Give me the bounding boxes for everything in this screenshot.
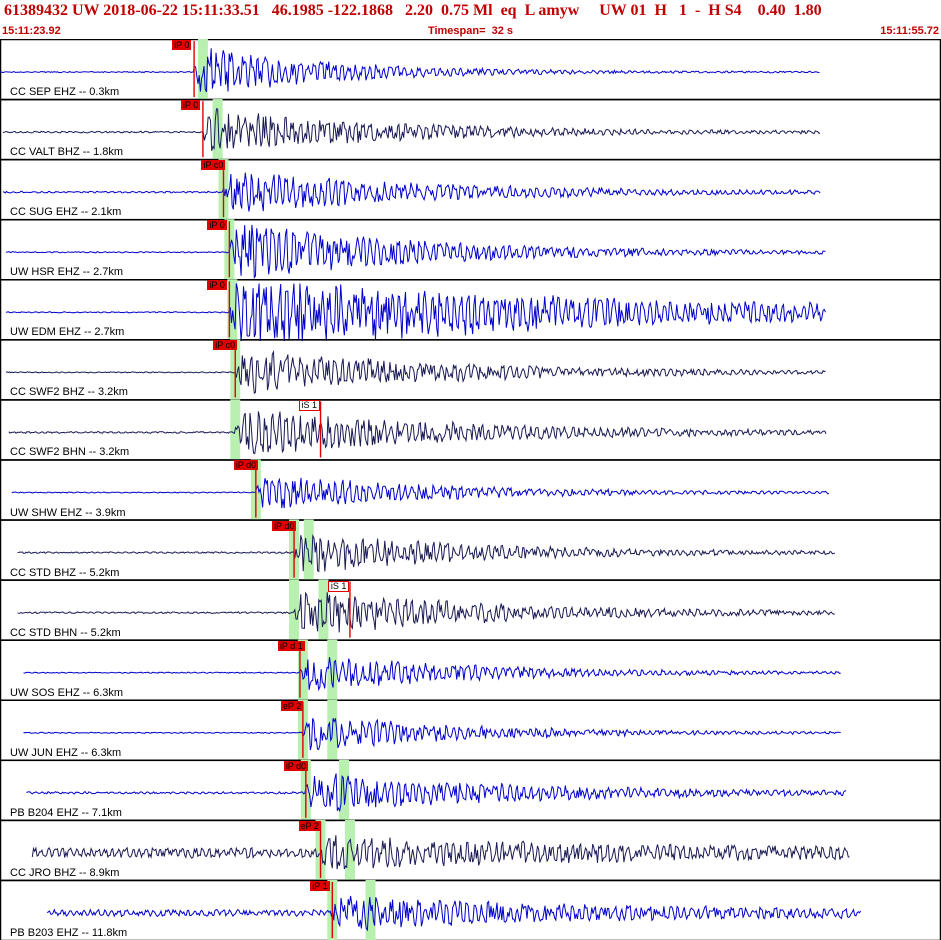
- p-pick-label[interactable]: iP 0: [207, 220, 227, 231]
- s-window-band: [344, 819, 355, 880]
- station-label: CC VALT BHZ -- 1.8km: [9, 146, 125, 159]
- p-pick-label[interactable]: iP 0: [172, 40, 192, 50]
- s-window-band: [327, 639, 338, 700]
- p-pick-label[interactable]: eP 2: [298, 820, 321, 831]
- p-pick-label[interactable]: iP d0: [283, 760, 309, 771]
- trace-panel-border: [0, 279, 941, 341]
- p-pick-label[interactable]: iP d0: [233, 460, 259, 471]
- station-label: CC SEP EHZ -- 0.3km: [9, 86, 121, 99]
- trace-panel-border: [0, 459, 941, 521]
- p-pick-label[interactable]: iP 0: [207, 280, 227, 291]
- record-header: 61389432 UW 2018-06-22 15:11:33.51 46.19…: [0, 0, 941, 40]
- waveform-trace[interactable]: [2, 108, 821, 151]
- waveform-trace[interactable]: [0, 48, 820, 93]
- trace-panel-border: [0, 819, 941, 882]
- trace-panel-border: [0, 639, 941, 701]
- waveform-trace[interactable]: [8, 411, 827, 455]
- seismogram-panels[interactable]: iP 0 CC SEP EHZ -- 0.3km iP 0 CC VALT BHZ -…: [0, 39, 941, 940]
- p-window-band: [289, 579, 300, 640]
- s-pick-label[interactable]: iS 1: [327, 580, 350, 592]
- station-label: UW SHW EHZ -- 3.9km: [9, 506, 127, 519]
- waveform-trace[interactable]: [46, 895, 862, 932]
- p-pick-label[interactable]: eP 2: [280, 700, 304, 711]
- event-summary-line: 61389432 UW 2018-06-22 15:11:33.51 46.19…: [4, 2, 822, 19]
- waveform-trace[interactable]: [17, 591, 835, 633]
- waveform-canvas[interactable]: [0, 39, 941, 940]
- p-pick-label[interactable]: iP c0: [201, 160, 226, 171]
- p-pick-label[interactable]: iP c0: [213, 340, 238, 351]
- p-pick-label[interactable]: iP d 1: [277, 640, 305, 651]
- waveform-trace[interactable]: [23, 718, 841, 751]
- station-label: CC STD BHZ -- 5.2km: [9, 566, 121, 579]
- p-pick-label[interactable]: iP 0: [180, 100, 201, 111]
- waveform-trace[interactable]: [5, 283, 826, 342]
- timespan-label: Timespan= 32 s: [427, 25, 514, 37]
- trace-panel-border: [0, 158, 941, 221]
- station-label: UW SOS EHZ -- 6.3km: [9, 686, 125, 699]
- s-pick-label[interactable]: iS 1: [298, 400, 321, 412]
- waveform-trace[interactable]: [23, 657, 841, 692]
- station-label: UW HSR EHZ -- 2.7km: [9, 266, 125, 279]
- trace-panel-border: [0, 759, 941, 822]
- trace-panel-border: [0, 699, 941, 762]
- station-label: PB B203 EHZ -- 11.8km: [9, 927, 129, 939]
- station-label: CC JRO BHZ -- 8.9km: [9, 866, 121, 879]
- trace-panel-border: [0, 579, 941, 641]
- trace-panel-border: [0, 339, 941, 401]
- trace-panel-border: [0, 519, 941, 581]
- waveform-trace[interactable]: [17, 533, 835, 573]
- p-pick-label[interactable]: iP d0: [272, 520, 297, 531]
- station-label: PB B204 EHZ -- 7.1km: [9, 806, 123, 819]
- trace-panel-border: [0, 879, 941, 940]
- station-label: CC SUG EHZ -- 2.1km: [9, 206, 123, 219]
- station-label: UW JUN EHZ -- 6.3km: [9, 746, 123, 759]
- waveform-trace[interactable]: [5, 224, 826, 280]
- waveform-trace[interactable]: [31, 835, 850, 870]
- waveform-trace[interactable]: [26, 773, 847, 813]
- end-time-label: 15:11:55.72: [880, 25, 939, 37]
- waveform-trace[interactable]: [2, 172, 821, 212]
- trace-panel-border: [0, 218, 941, 281]
- station-label: CC STD BHN -- 5.2km: [9, 626, 122, 639]
- station-label: UW EDM EHZ -- 2.7km: [9, 326, 126, 339]
- station-label: CC SWF2 BHN -- 3.2km: [9, 446, 131, 459]
- p-pick-label[interactable]: iP 1: [310, 880, 330, 891]
- station-label: CC SWF2 BHZ -- 3.2km: [9, 386, 129, 399]
- waveform-trace[interactable]: [11, 477, 830, 509]
- p-window-band: [212, 99, 223, 160]
